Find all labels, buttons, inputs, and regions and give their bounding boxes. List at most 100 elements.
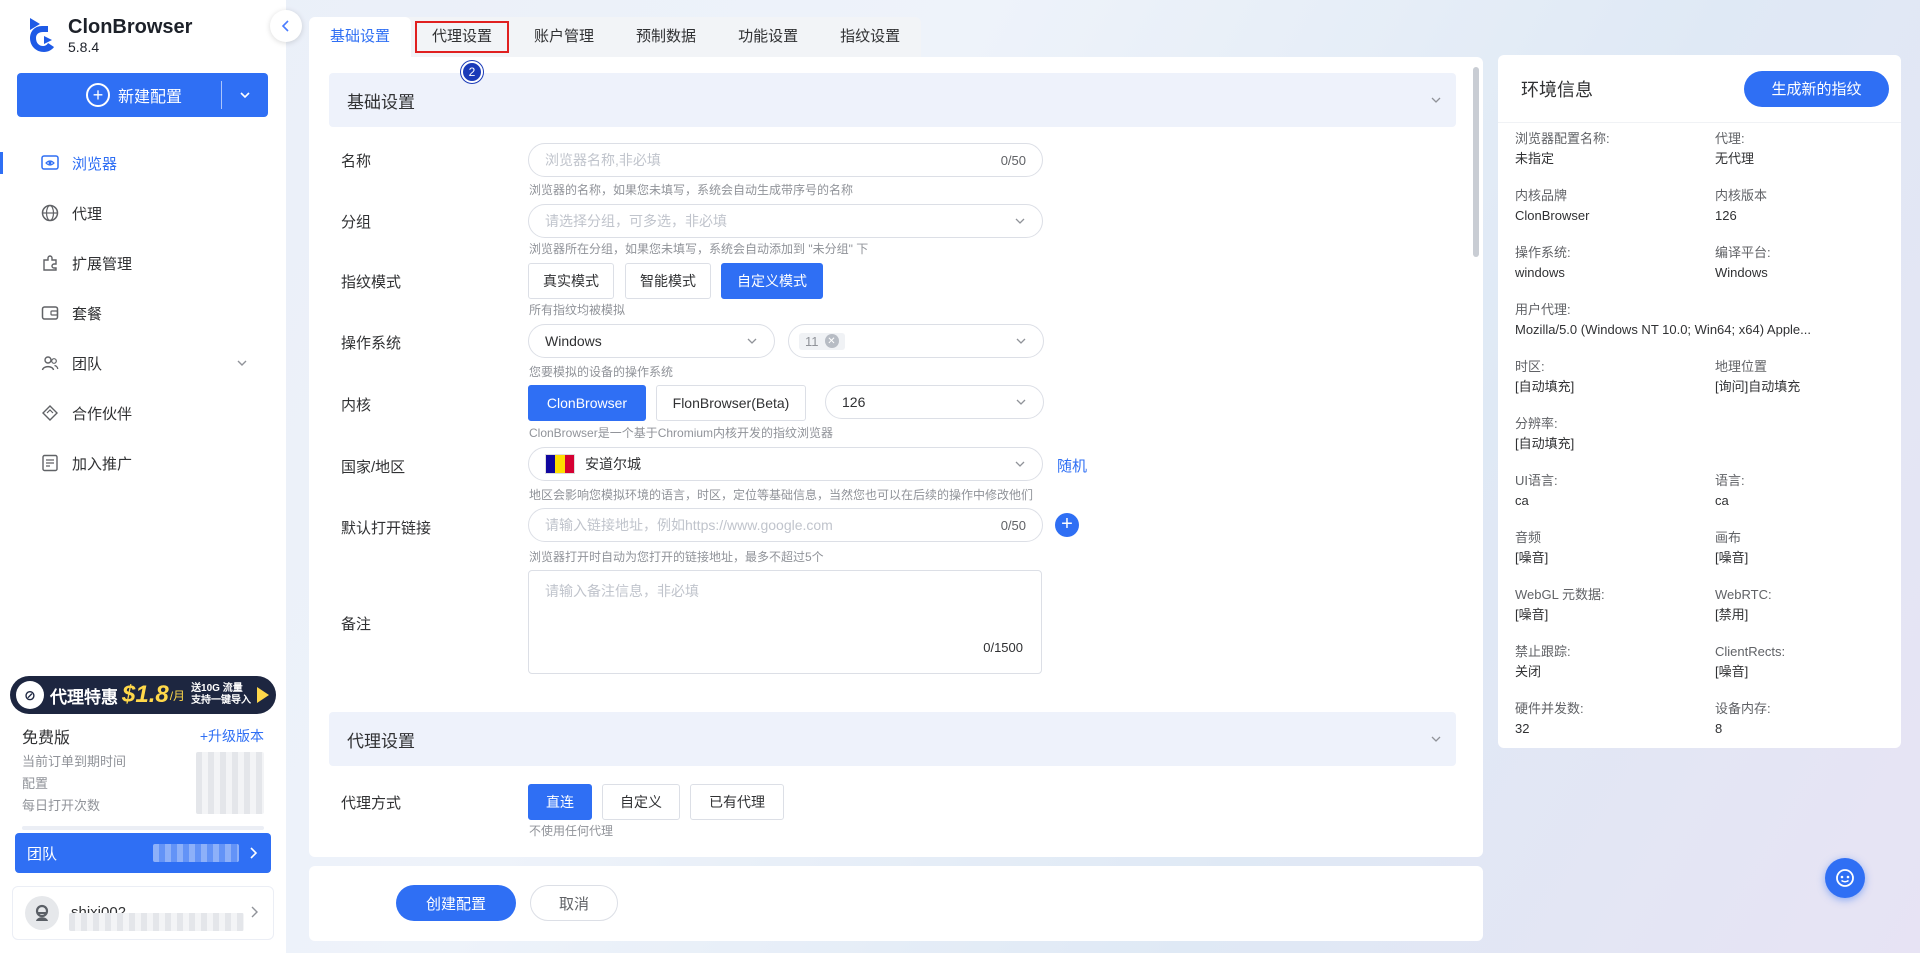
team-icon: [41, 356, 59, 371]
promo-title: 代理特惠: [50, 687, 118, 707]
tab-proxy-settings[interactable]: 代理设置: [411, 17, 513, 57]
mode-real-button[interactable]: 真实模式: [528, 263, 614, 299]
env-item: 操作系统: windows: [1515, 243, 1571, 283]
env-title: 环境信息: [1521, 79, 1593, 100]
generate-fingerprint-button[interactable]: 生成新的指纹: [1744, 70, 1889, 107]
proxy-existing-button[interactable]: 已有代理: [690, 784, 784, 820]
promo-logo-icon: ⊘: [16, 681, 44, 709]
env-value: ClonBrowser: [1515, 208, 1590, 223]
sidebar-item-label: 扩展管理: [72, 255, 133, 273]
proxy-promo-banner[interactable]: ⊘ 代理特惠 $1.8 /月 送10G 流量 支持一键导入: [10, 676, 276, 714]
proxy-custom-button[interactable]: 自定义: [602, 784, 680, 820]
chevron-down-icon: [1431, 97, 1441, 103]
env-item: 地理位置 [询问]自动填充: [1715, 357, 1800, 397]
sidebar-item-browser[interactable]: 浏览器: [0, 138, 286, 188]
upgrade-link[interactable]: +升级版本: [200, 726, 264, 746]
chevron-left-icon: [281, 20, 289, 32]
kernel-flonbrowser-button[interactable]: FlonBrowser(Beta): [656, 385, 806, 421]
team-button[interactable]: 团队: [15, 833, 271, 873]
sidebar-item-affiliate[interactable]: 加入推广: [0, 438, 286, 488]
env-value: [噪音]: [1515, 550, 1549, 565]
default-url-counter: 0/50: [1000, 517, 1026, 533]
country-hint: 地区会影响您模拟环境的语言，时区，定位等基础信息，当然您也可以在后续的操作中修改…: [529, 488, 1034, 502]
new-config-button[interactable]: + 新建配置: [17, 73, 268, 117]
support-bot-icon: [1836, 869, 1854, 887]
config-form: 基础设置 名称 浏览器名称,非必填 0/50 浏览器的名称，如果您未填写，系统会…: [309, 57, 1483, 857]
kernel-version-select[interactable]: 126: [825, 385, 1044, 419]
new-config-label: 新建配置: [117, 89, 182, 106]
proxy-direct-button[interactable]: 直连: [528, 784, 592, 820]
group-select[interactable]: 请选择分组，可多选，非必填: [528, 204, 1043, 238]
env-item: 禁止跟踪: 关闭: [1515, 642, 1571, 682]
proxy-mode-hint: 不使用任何代理: [529, 824, 614, 838]
group-placeholder: 请选择分组，可多选，非必填: [545, 213, 727, 229]
tab-account-management[interactable]: 账户管理: [513, 17, 615, 57]
chevron-down-icon: [1015, 218, 1025, 224]
add-url-button[interactable]: +: [1055, 513, 1079, 537]
random-country-link[interactable]: 随机: [1057, 455, 1087, 476]
env-item: 时区: [自动填充]: [1515, 357, 1574, 397]
chevron-down-icon: [1016, 399, 1026, 405]
section-title: 基础设置: [347, 92, 415, 112]
app-version: 5.8.4: [68, 39, 100, 55]
close-icon[interactable]: ✕: [824, 334, 839, 348]
note-placeholder: 请输入备注信息，非必填: [545, 583, 699, 599]
environment-info-panel: 环境信息 生成新的指纹 浏览器配置名称: 未指定 代理: 无代理 内核品牌 ClonB…: [1498, 55, 1901, 748]
name-input[interactable]: 浏览器名称,非必填 0/50: [528, 143, 1043, 177]
collapse-sidebar-button[interactable]: [270, 10, 302, 42]
env-key: 编译平台:: [1715, 245, 1771, 260]
create-config-button[interactable]: 创建配置: [396, 885, 516, 921]
kernel-clonbrowser-button[interactable]: ClonBrowser: [528, 385, 646, 421]
user-card[interactable]: shixi002: [12, 886, 274, 940]
env-value: windows: [1515, 265, 1565, 280]
os-select[interactable]: Windows: [528, 324, 775, 358]
os-label: 操作系统: [341, 335, 402, 352]
env-item: 语言: ca: [1715, 471, 1745, 511]
tab-basic-settings[interactable]: 基础设置: [309, 17, 412, 57]
env-item: 内核品牌 ClonBrowser: [1515, 186, 1589, 226]
sidebar-item-extensions[interactable]: 扩展管理: [0, 238, 286, 288]
cancel-button[interactable]: 取消: [530, 885, 618, 921]
sidebar-item-partners[interactable]: 合作伙伴: [0, 388, 286, 438]
env-value: [自动填充]: [1515, 436, 1575, 451]
env-item: 内核版本 126: [1715, 186, 1767, 226]
section-proxy-settings[interactable]: 代理设置: [329, 712, 1456, 766]
chevron-down-icon: [747, 338, 757, 344]
support-chat-button[interactable]: [1825, 858, 1865, 898]
promo-unit: /月: [169, 688, 186, 703]
env-key: WebGL 元数据:: [1515, 587, 1605, 602]
team-label: 团队: [27, 845, 58, 863]
env-key: 内核品牌: [1515, 188, 1568, 203]
scrollbar[interactable]: [1473, 67, 1479, 257]
os-version-select[interactable]: 11 ✕: [788, 324, 1044, 358]
mode-smart-button[interactable]: 智能模式: [625, 263, 711, 299]
os-hint: 您要模拟的设备的操作系统: [529, 365, 674, 379]
sidebar-item-team[interactable]: 团队: [0, 338, 286, 388]
env-item: UI语言: ca: [1515, 471, 1558, 511]
default-url-input[interactable]: 请输入链接地址，例如https://www.google.com 0/50: [528, 508, 1043, 542]
default-url-label: 默认打开链接: [341, 520, 432, 537]
tab-preset-data[interactable]: 预制数据: [615, 17, 717, 57]
country-select[interactable]: 安道尔城: [528, 447, 1043, 481]
app-logo[interactable]: ClonBrowser 5.8.4: [26, 16, 192, 56]
note-textarea[interactable]: 请输入备注信息，非必填 0/1500: [528, 570, 1042, 674]
new-config-dropdown-button[interactable]: [222, 88, 268, 102]
os-version-tag: 11 ✕: [799, 332, 845, 350]
wallet-icon: [41, 306, 59, 320]
env-item: 硬件并发数: 32: [1515, 699, 1584, 739]
name-placeholder: 浏览器名称,非必填: [545, 152, 661, 168]
redacted-team-name: [153, 844, 239, 862]
mode-custom-button[interactable]: 自定义模式: [721, 263, 823, 299]
tab-feature-settings[interactable]: 功能设置: [717, 17, 819, 57]
sidebar-item-plan[interactable]: 套餐: [0, 288, 286, 338]
settings-tabs: 基础设置 代理设置 账户管理 预制数据 功能设置 指纹设置: [309, 17, 922, 57]
env-value: [噪音]: [1515, 607, 1549, 622]
env-value: [噪音]: [1715, 550, 1749, 565]
play-icon: [257, 687, 270, 703]
env-item: 设备内存: 8: [1715, 699, 1771, 739]
sidebar-item-proxy[interactable]: 代理: [0, 188, 286, 238]
tab-fingerprint-settings[interactable]: 指纹设置: [819, 17, 921, 57]
os-value: Windows: [545, 333, 602, 349]
env-key: UI语言:: [1515, 473, 1558, 488]
section-basic-settings[interactable]: 基础设置: [329, 73, 1456, 127]
